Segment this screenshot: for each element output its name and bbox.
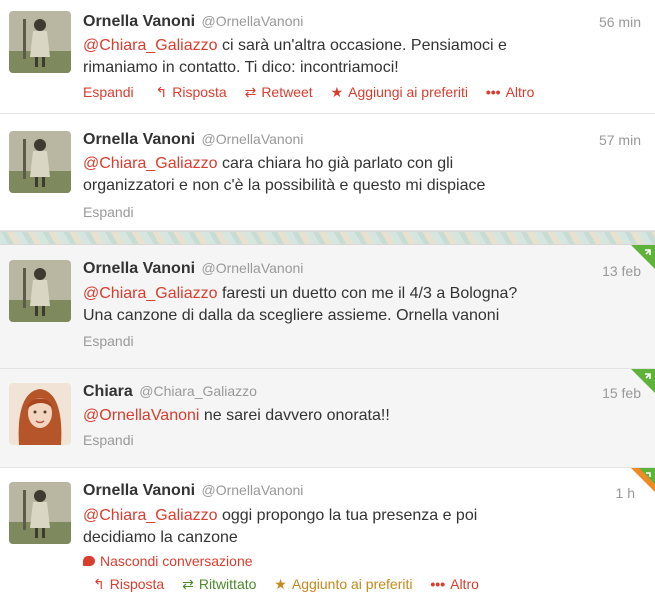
more-button[interactable]: ••• Altro	[430, 576, 479, 592]
tweet-text: @Chiara_Galiazzo cara chiara ho già parl…	[83, 155, 486, 194]
author-name[interactable]: Ornella Vanoni	[83, 482, 195, 499]
mention-link[interactable]: @OrnellaVanoni	[83, 407, 199, 424]
favorite-button[interactable]: ★ Aggiungi ai preferiti	[331, 84, 468, 100]
author-handle[interactable]: @OrnellaVanoni	[201, 260, 303, 276]
author-handle[interactable]: @OrnellaVanoni	[201, 13, 303, 29]
author-name[interactable]: Ornella Vanoni	[83, 260, 195, 277]
tweet-3[interactable]: Ornella Vanoni @OrnellaVanoni 13 feb @Ch…	[0, 245, 655, 369]
tweet-1[interactable]: Ornella Vanoni @OrnellaVanoni 56 min @Ch…	[0, 0, 655, 114]
mention-link[interactable]: @Chiara_Galiazzo	[83, 507, 218, 524]
favorited-button[interactable]: ★ Aggiunto ai preferiti	[274, 576, 412, 592]
tweet-actions: ↰ Risposta ⇄ Ritwittato ★ Aggiunto ai pr…	[93, 576, 493, 592]
tweet-text: @Chiara_Galiazzo oggi propongo la tua pr…	[83, 507, 478, 546]
tweet-2[interactable]: Ornella Vanoni @OrnellaVanoni 57 min @Ch…	[0, 114, 655, 231]
avatar[interactable]	[9, 260, 71, 322]
tweet-text: @Chiara_Galiazzo ci sarà un'altra occasi…	[83, 37, 507, 76]
reply-button[interactable]: ↰ Risposta	[155, 84, 226, 100]
tweet-text: @Chiara_Galiazzo faresti un duetto con m…	[83, 285, 518, 324]
author-handle[interactable]: @OrnellaVanoni	[201, 131, 303, 147]
tweet-actions: Espandi ↰ Risposta ⇄ Retweet ★ Aggiungi …	[83, 84, 548, 100]
star-icon: ★	[330, 84, 344, 100]
more-icon: •••	[430, 576, 446, 592]
more-button[interactable]: ••• Altro	[486, 84, 535, 100]
expand-link[interactable]: Espandi	[83, 84, 134, 100]
author-name[interactable]: Chiara	[83, 383, 133, 400]
reply-icon: ↰	[155, 84, 168, 100]
tweet-5[interactable]: Ornella Vanoni @OrnellaVanoni 1 h @Chiar…	[0, 468, 655, 595]
avatar[interactable]	[9, 11, 71, 73]
speech-bubble-icon	[83, 556, 95, 566]
tweet-text: @OrnellaVanoni ne sarei davvero onorata!…	[83, 407, 390, 424]
avatar[interactable]	[9, 383, 71, 445]
timestamp[interactable]: 1 h	[616, 485, 635, 501]
retweeted-button[interactable]: ⇄ Ritwittato	[182, 576, 256, 592]
mention-link[interactable]: @Chiara_Galiazzo	[83, 155, 218, 172]
reply-icon: ↰	[93, 576, 105, 592]
avatar[interactable]	[9, 131, 71, 193]
retweet-button[interactable]: ⇄ Retweet	[245, 84, 313, 100]
author-handle[interactable]: @Chiara_Galiazzo	[139, 383, 257, 399]
avatar[interactable]	[9, 482, 71, 544]
tweet-header: Ornella Vanoni @OrnellaVanoni	[83, 482, 303, 502]
tweet-header: Ornella Vanoni @OrnellaVanoni	[83, 131, 303, 151]
expand-link[interactable]: Espandi	[83, 432, 134, 448]
expand-link[interactable]: Espandi	[83, 204, 134, 220]
reply-button[interactable]: ↰ Risposta	[93, 576, 164, 592]
star-icon: ★	[274, 576, 287, 592]
tweet-header: Ornella Vanoni @OrnellaVanoni	[83, 13, 303, 33]
author-name[interactable]: Ornella Vanoni	[83, 13, 195, 30]
retweet-icon: ⇄	[244, 84, 257, 100]
retweet-icon: ⇄	[182, 576, 194, 592]
timestamp[interactable]: 56 min	[599, 14, 641, 30]
tweet-header: Ornella Vanoni @OrnellaVanoni	[83, 260, 303, 280]
author-handle[interactable]: @OrnellaVanoni	[201, 482, 303, 498]
author-name[interactable]: Ornella Vanoni	[83, 131, 195, 148]
hide-conversation-link[interactable]: Nascondi conversazione	[83, 553, 253, 569]
background-strip	[0, 231, 655, 245]
mention-link[interactable]: @Chiara_Galiazzo	[83, 285, 218, 302]
timestamp[interactable]: 15 feb	[602, 385, 641, 401]
more-icon: •••	[485, 84, 501, 100]
tweet-4[interactable]: Chiara @Chiara_Galiazzo 15 feb @OrnellaV…	[0, 369, 655, 468]
timestamp[interactable]: 13 feb	[602, 263, 641, 279]
tweet-header: Chiara @Chiara_Galiazzo	[83, 383, 257, 403]
timestamp[interactable]: 57 min	[599, 132, 641, 148]
expand-link[interactable]: Espandi	[83, 333, 134, 349]
mention-link[interactable]: @Chiara_Galiazzo	[83, 37, 218, 54]
